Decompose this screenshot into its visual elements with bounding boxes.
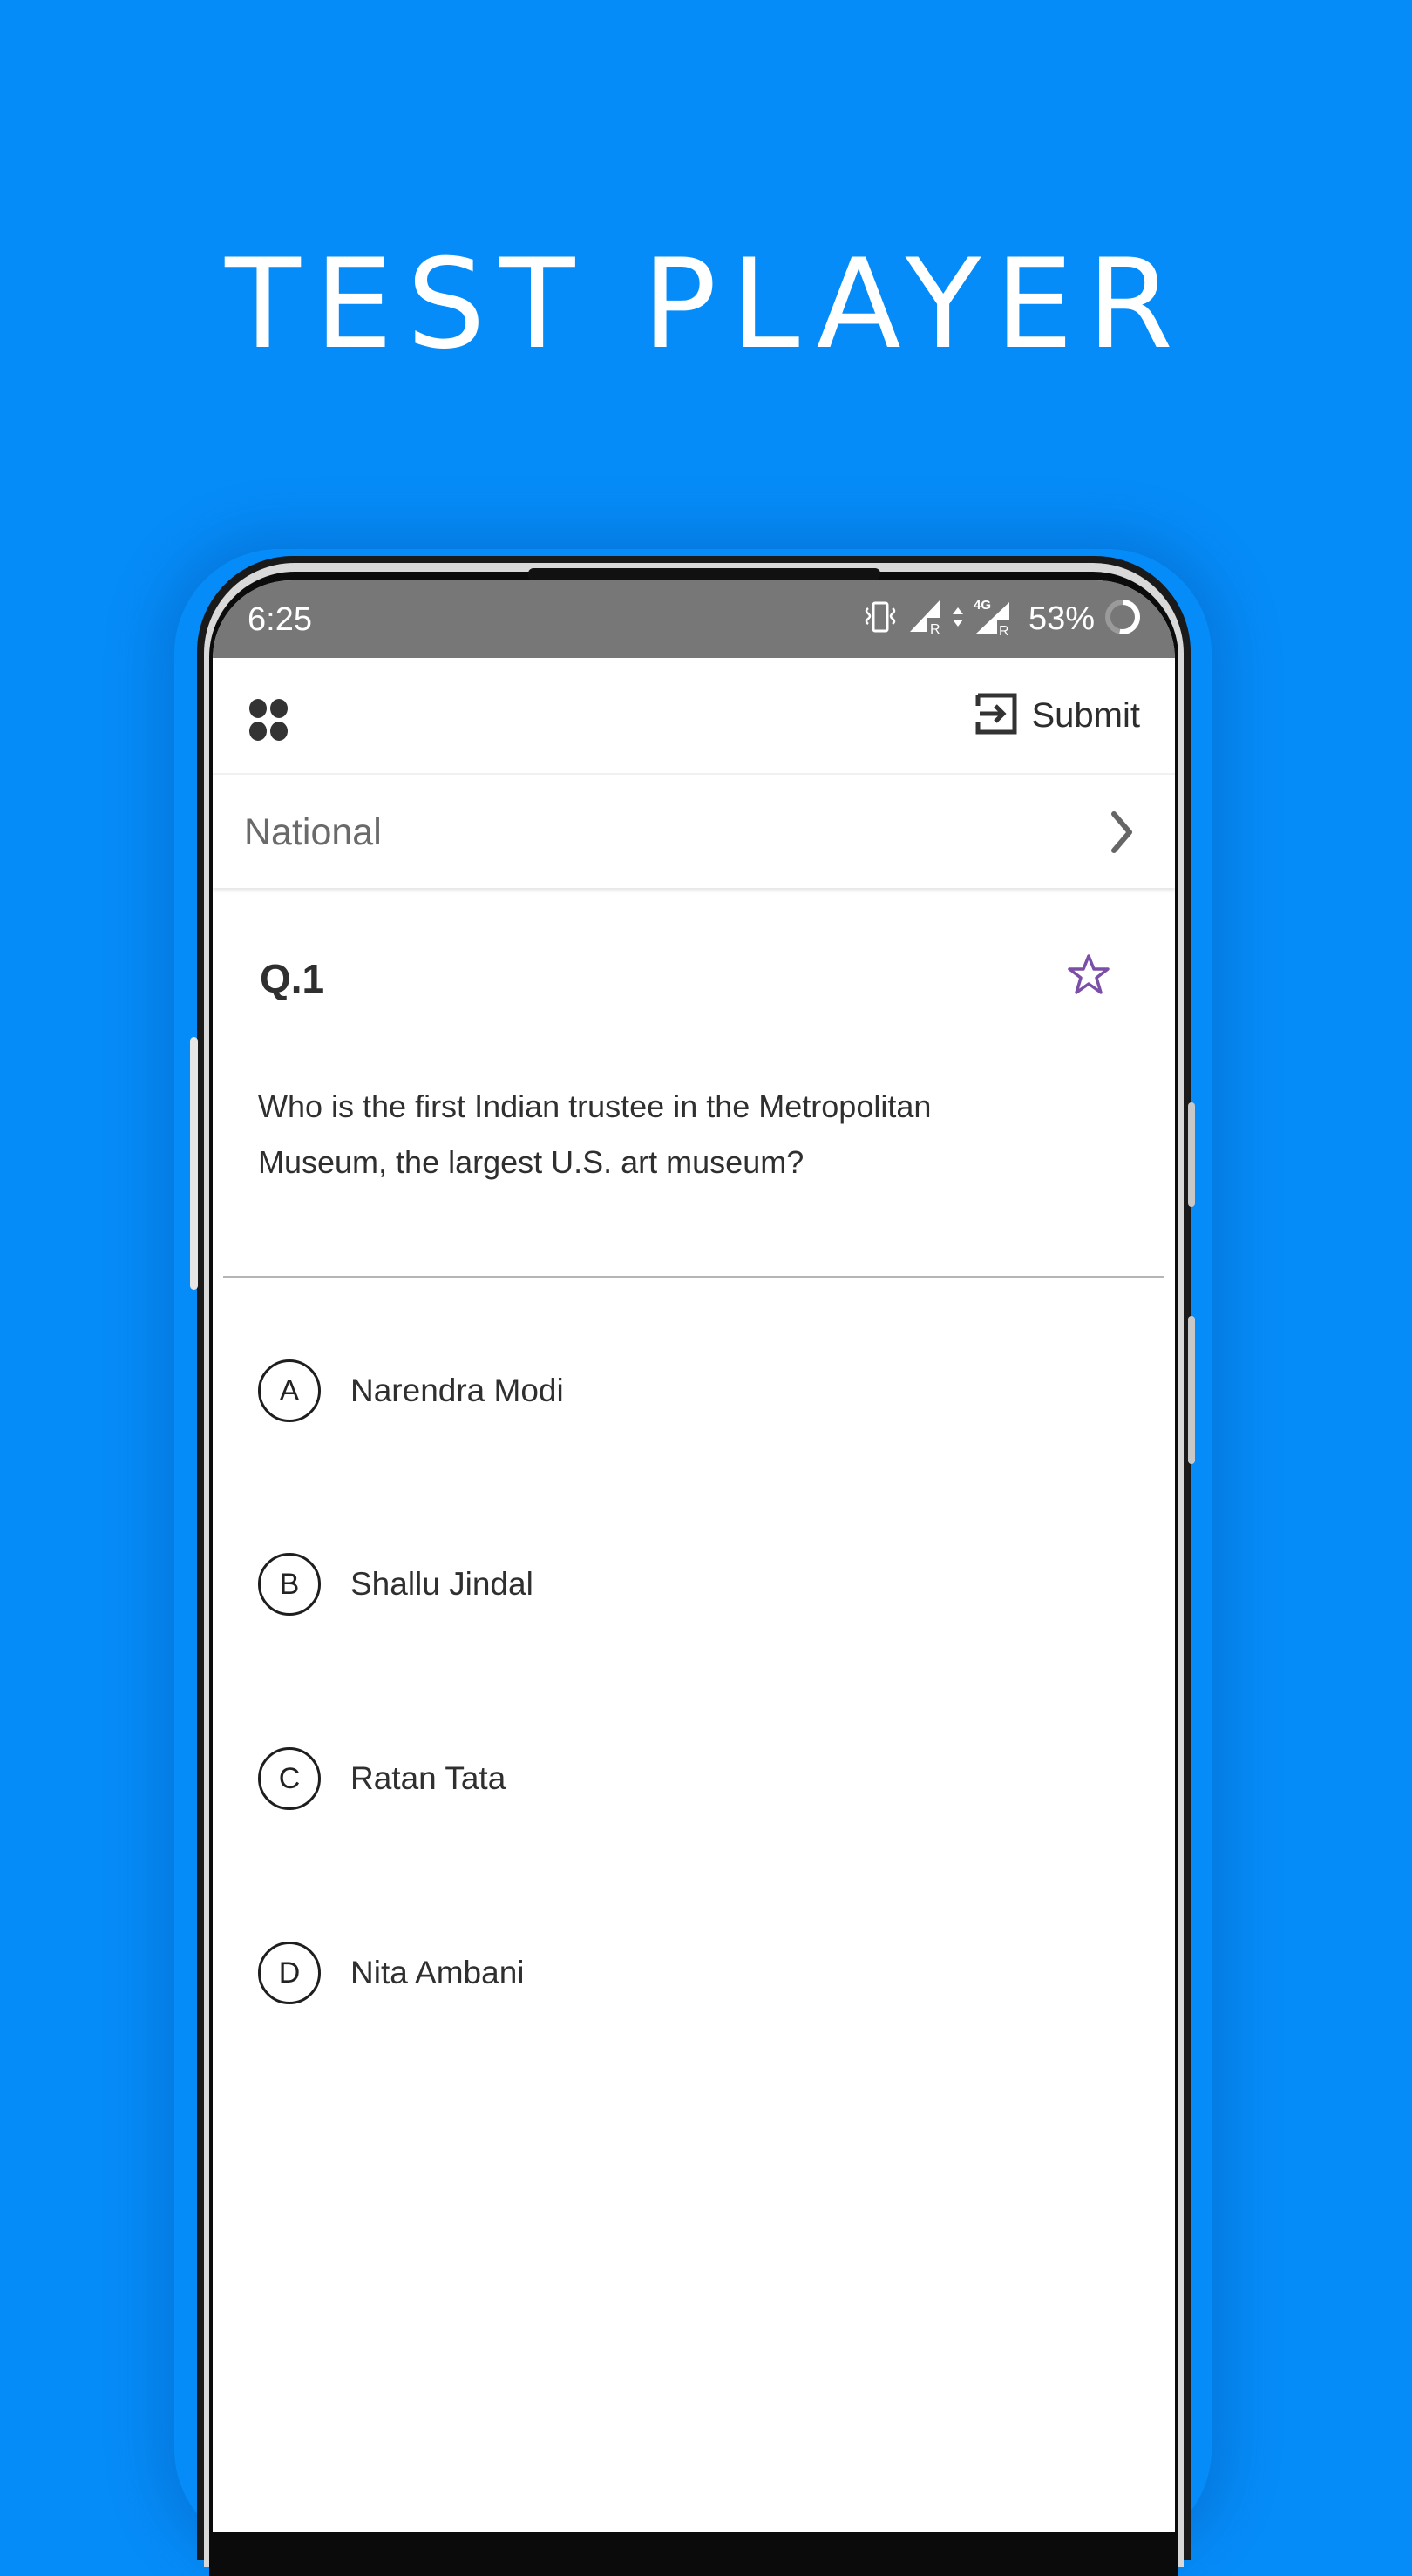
battery-percent: 53% — [1028, 600, 1095, 637]
grid-dots-icon[interactable] — [248, 698, 291, 742]
section-label: National — [244, 811, 382, 853]
option-a[interactable]: A Narendra Modi — [258, 1356, 1130, 1426]
status-bar: 6:25 R R 4G 53% — [213, 580, 1175, 658]
option-text: Ratan Tata — [350, 1760, 506, 1796]
option-text: Nita Ambani — [350, 1955, 525, 1990]
data-arrows-icon — [952, 604, 964, 634]
status-icons: R R 4G 53% — [861, 596, 1142, 641]
phone-side-button-right-lower — [1188, 1316, 1195, 1464]
status-time: 6:25 — [248, 601, 312, 638]
option-b[interactable]: B Shallu Jindal — [258, 1549, 1130, 1619]
exit-arrow-icon — [974, 692, 1018, 740]
submit-label: Submit — [1031, 695, 1141, 735]
option-letter-badge: C — [258, 1747, 321, 1810]
option-c[interactable]: C Ratan Tata — [258, 1744, 1130, 1813]
signal-4g-roaming-icon: R 4G — [972, 596, 1013, 641]
phone-side-button-right-upper — [1188, 1102, 1195, 1207]
option-letter-badge: A — [258, 1359, 321, 1422]
roaming-label: R — [930, 622, 940, 635]
option-letter-badge: B — [258, 1553, 321, 1616]
vibrate-icon — [861, 600, 899, 639]
question-divider — [223, 1276, 1164, 1278]
star-outline-icon[interactable] — [1067, 953, 1110, 1000]
option-d[interactable]: D Nita Ambani — [258, 1938, 1130, 2008]
option-text: Shallu Jindal — [350, 1566, 533, 1602]
phone-screen: 6:25 R R 4G 53% Submit National Q.1 Who … — [213, 580, 1175, 2532]
network-label: 4G — [974, 598, 991, 613]
question-text: Who is the first Indian trustee in the M… — [258, 1088, 932, 1180]
phone-side-button-left — [190, 1037, 198, 1290]
submit-button[interactable]: Submit — [974, 691, 1141, 740]
app-bar: Submit — [213, 658, 1175, 775]
section-selector[interactable]: National — [213, 775, 1175, 888]
option-letter-badge: D — [258, 1942, 321, 2004]
phone-speaker — [528, 568, 880, 580]
battery-ring-icon — [1103, 598, 1142, 641]
option-text: Narendra Modi — [350, 1373, 564, 1408]
signal-roaming-icon: R — [908, 599, 943, 640]
question-number: Q.1 — [260, 956, 325, 1001]
promo-headline: TEST PLAYER — [225, 233, 1187, 376]
svg-text:R: R — [999, 624, 1009, 637]
chevron-right-icon — [1109, 810, 1135, 859]
